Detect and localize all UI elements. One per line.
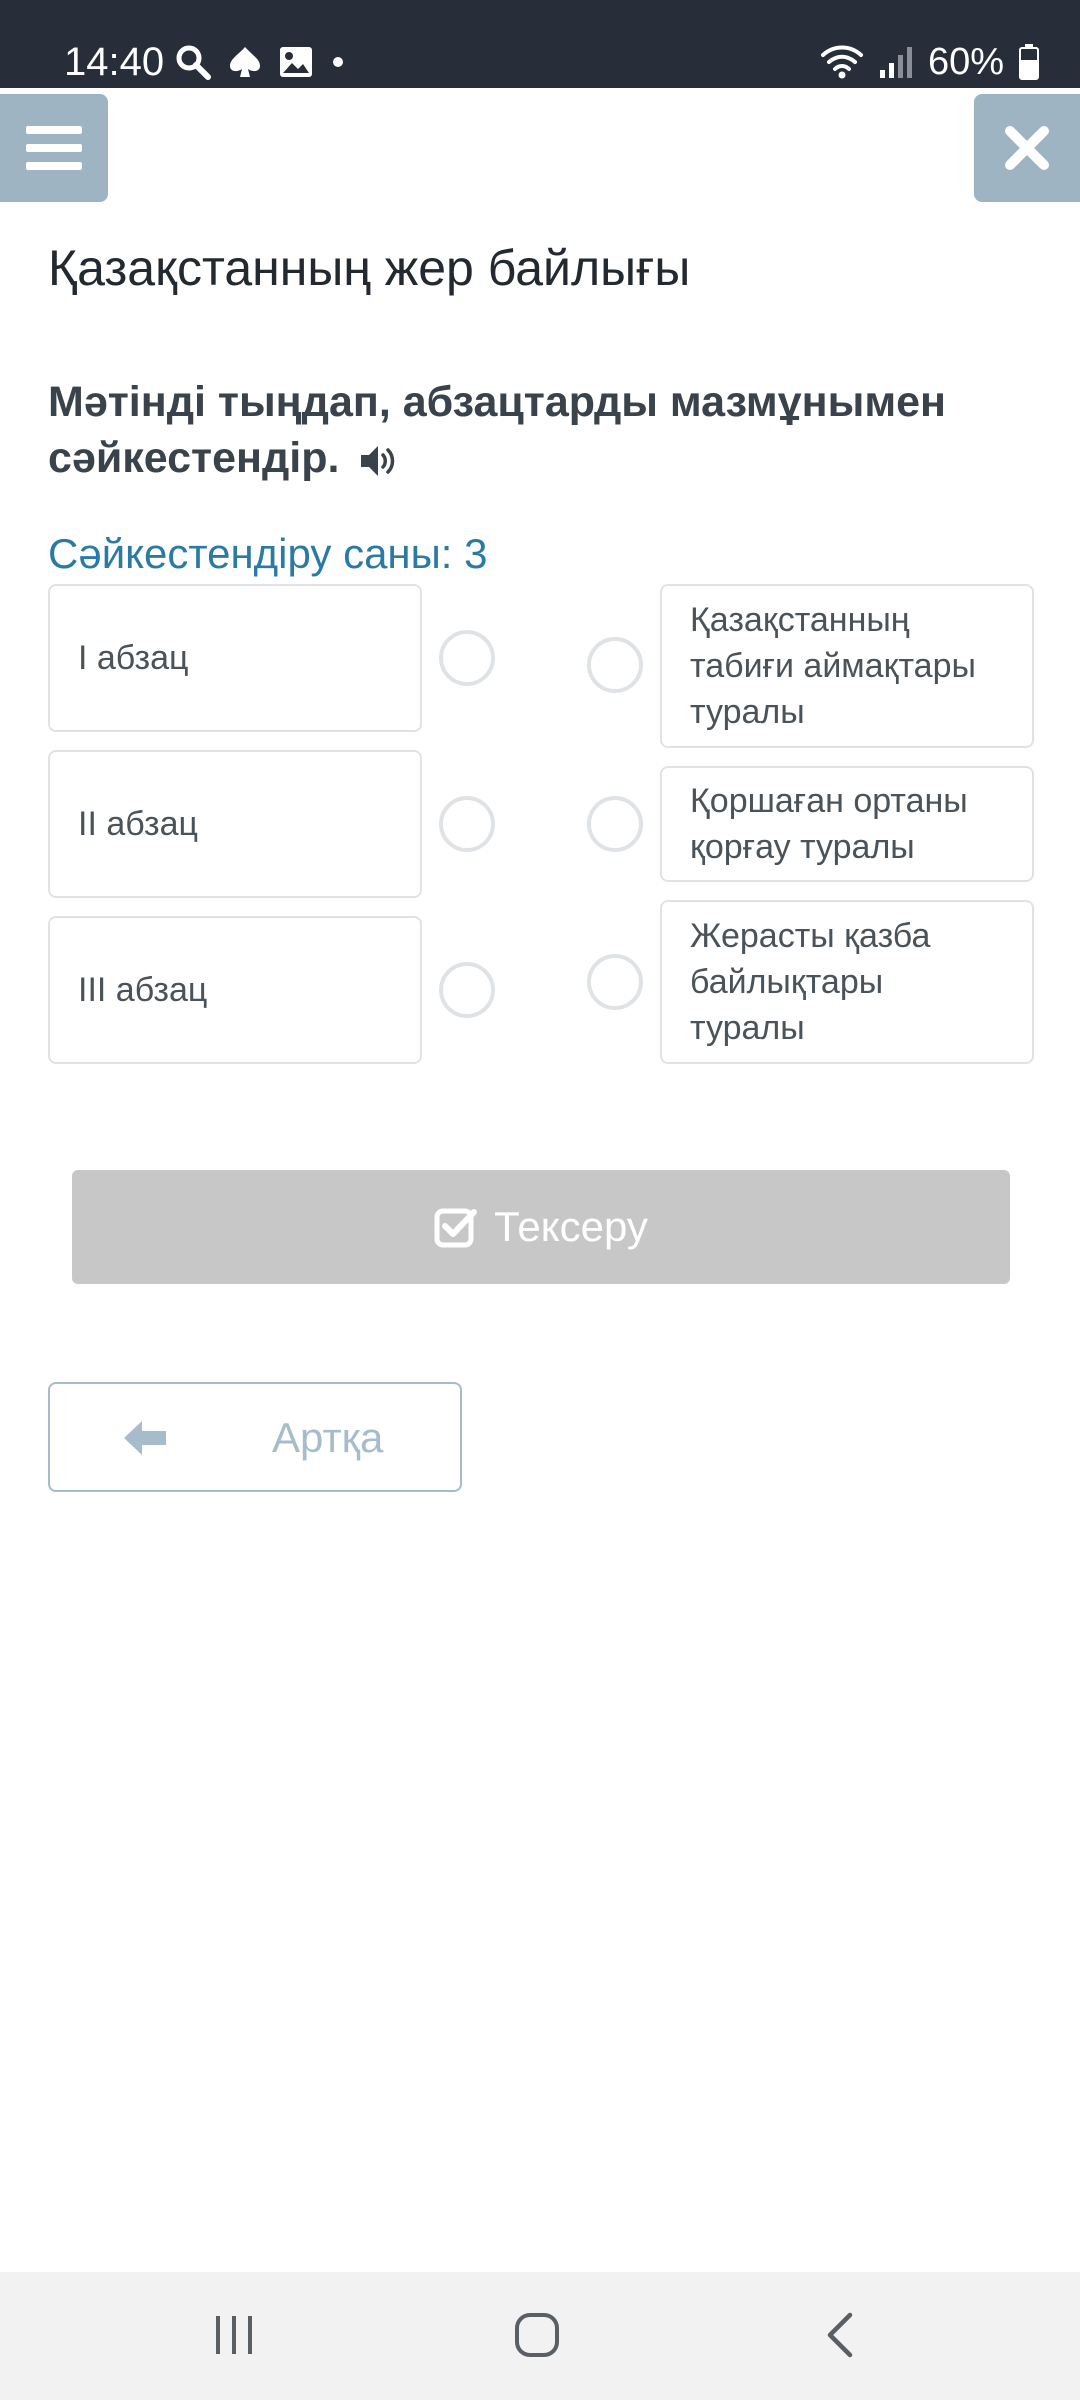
back-button-label: Артқа	[272, 1414, 384, 1461]
battery-percent: 60%	[927, 41, 1004, 83]
hamburger-menu-icon	[26, 126, 82, 170]
instruction-label: Мәтінді тыңдап, абзацтарды мазмұнымен сә…	[48, 378, 947, 482]
close-icon	[1005, 126, 1049, 170]
instruction-text: Мәтінді тыңдап, абзацтарды мазмұнымен сә…	[48, 374, 948, 486]
right-item-2[interactable]: Қоршаған ортаны қорғау туралы	[660, 766, 1034, 882]
navigation-bar	[0, 2272, 1080, 2400]
right-item-label: Жерасты қазба байлықтары туралы	[690, 917, 931, 1047]
left-item-label: III абзац	[78, 971, 208, 1009]
right-item-3[interactable]: Жерасты қазба байлықтары туралы	[660, 900, 1034, 1064]
right-item-1[interactable]: Қазақстанның табиғи аймақтары туралы	[660, 584, 1034, 748]
check-square-icon	[434, 1208, 478, 1248]
search-icon	[176, 45, 211, 80]
spade-icon	[230, 47, 260, 77]
check-button-label: Тексеру	[494, 1203, 648, 1250]
page-title: Қазақстанның жер байлығы	[48, 240, 691, 296]
left-item-label: I абзац	[78, 639, 189, 677]
left-connector-2[interactable]	[439, 796, 495, 852]
wifi-icon	[820, 45, 863, 79]
left-item-2[interactable]: II абзац	[48, 750, 422, 898]
battery-icon	[1019, 44, 1039, 80]
right-item-label: Қоршаған ортаны қорғау туралы	[690, 782, 968, 866]
left-connector-1[interactable]	[439, 630, 495, 686]
left-item-1[interactable]: I абзац	[48, 584, 422, 732]
right-item-label: Қазақстанның табиғи аймақтары туралы	[690, 601, 976, 731]
close-button[interactable]	[974, 94, 1080, 202]
right-connector-1[interactable]	[587, 637, 643, 693]
left-connector-3[interactable]	[439, 962, 495, 1018]
home-icon[interactable]	[512, 2310, 562, 2360]
menu-button[interactable]	[0, 94, 108, 202]
status-bar: 14:40 60%	[0, 0, 1080, 88]
recent-apps-icon[interactable]	[212, 2310, 256, 2360]
match-count: Сәйкестендіру саны: 3	[48, 530, 488, 577]
speaker-icon[interactable]	[359, 443, 399, 479]
status-notification-icons	[174, 40, 348, 84]
check-button[interactable]: Тексеру	[72, 1170, 1010, 1284]
left-item-3[interactable]: III абзац	[48, 916, 422, 1064]
image-icon	[280, 47, 312, 77]
status-system-icons: 60%	[820, 38, 1040, 86]
left-item-label: II абзац	[78, 805, 198, 843]
signal-icon	[879, 47, 912, 78]
dot-icon	[333, 57, 343, 67]
status-time: 14:40	[64, 40, 165, 84]
back-button[interactable]: Артқа	[48, 1382, 462, 1492]
back-icon[interactable]	[820, 2310, 860, 2360]
right-connector-3[interactable]	[587, 954, 643, 1010]
right-connector-2[interactable]	[587, 796, 643, 852]
arrow-left-icon	[124, 1421, 166, 1455]
